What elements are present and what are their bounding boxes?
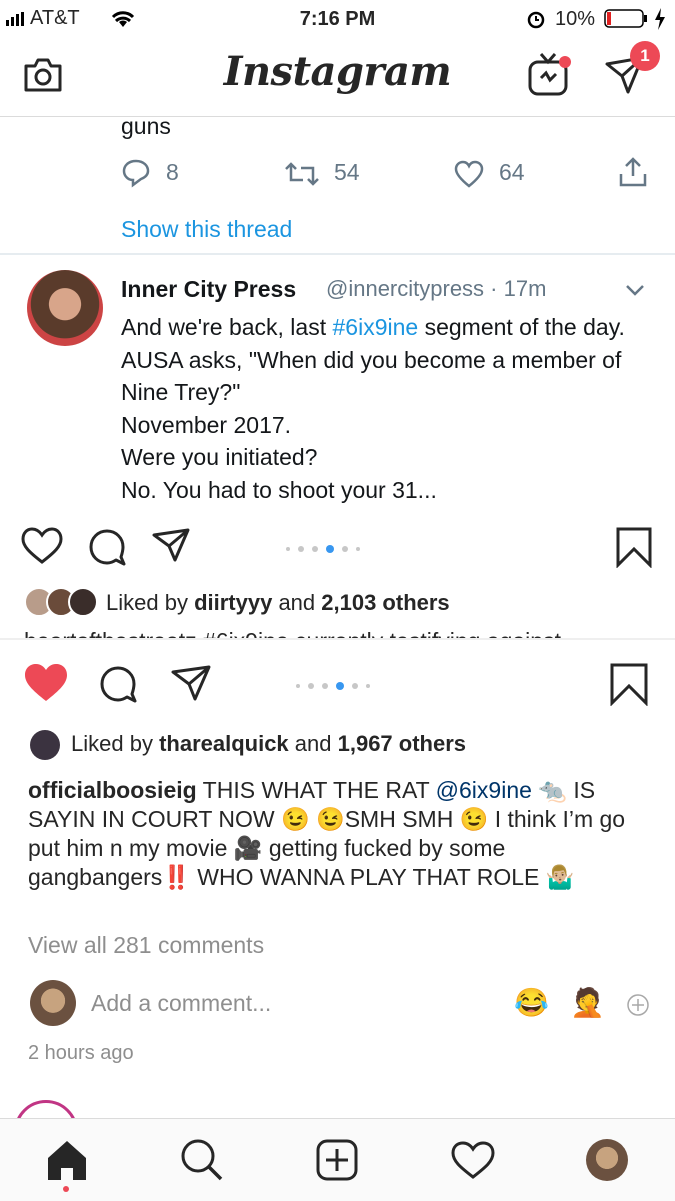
liked-prefix: Liked by xyxy=(106,590,195,615)
commenter-avatar xyxy=(30,980,76,1026)
bookmark-icon-2[interactable] xyxy=(608,662,650,706)
dm-badge: 1 xyxy=(630,41,660,71)
caption-username[interactable]: officialboosieig xyxy=(28,777,197,803)
tweet-hashtag: #6ix9ine xyxy=(332,314,419,340)
comment-icon-2[interactable] xyxy=(98,663,140,705)
home-active-dot xyxy=(63,1186,69,1192)
home-icon[interactable] xyxy=(44,1138,90,1182)
caption-mention[interactable]: @6ix9ine xyxy=(436,777,532,803)
caption-text-a: THIS WHAT THE RAT xyxy=(196,777,436,803)
liked-prefix-2: Liked by xyxy=(71,731,160,756)
battery-percent: 10% xyxy=(555,8,596,30)
send-icon[interactable] xyxy=(151,527,191,563)
like-button[interactable] xyxy=(20,526,64,566)
chevron-down-icon xyxy=(626,285,644,296)
liked-by-avatar-2 xyxy=(30,730,60,760)
search-icon[interactable] xyxy=(180,1138,224,1182)
tweet-partial-text: guns xyxy=(121,113,171,139)
tweet-separator xyxy=(0,253,675,255)
post-timestamp: 2 hours ago xyxy=(28,1042,134,1064)
liked-mid: and xyxy=(272,590,322,615)
tweet-author-handle: @innercitypress · 17m xyxy=(326,276,547,301)
liked-count-2[interactable]: 1,967 others xyxy=(338,731,466,756)
tweet-line-3: Were you initiated? xyxy=(121,444,318,470)
reply-icon xyxy=(122,159,150,188)
comment-icon[interactable] xyxy=(88,527,128,567)
reply-count: 8 xyxy=(166,159,179,185)
liked-by-avatars xyxy=(24,587,98,617)
liked-user-2[interactable]: tharealquick xyxy=(159,731,289,756)
show-thread-link: Show this thread xyxy=(121,216,293,242)
tweet-body: And we're back, last #6ix9ine segment of… xyxy=(121,311,661,506)
carousel-dots-2 xyxy=(292,677,374,695)
like-count: 64 xyxy=(499,159,525,185)
quick-emoji-laugh[interactable]: 😂 xyxy=(514,986,549,1019)
tweet-avatar xyxy=(27,270,103,346)
tweet-author-name: Inner City Press xyxy=(121,276,297,302)
liked-mid-2: and xyxy=(288,731,338,756)
partial-caption: heartofthestreetz #6ix9ine currently tes… xyxy=(24,628,561,638)
view-all-comments[interactable]: View all 281 comments xyxy=(28,932,264,959)
charging-icon xyxy=(655,8,665,30)
app-header: Instagram 1 xyxy=(0,38,675,117)
liked-heart-button[interactable] xyxy=(22,661,70,705)
partial-caption-clip: heartofthestreetz #6ix9ine currently tes… xyxy=(24,624,654,638)
liked-user[interactable]: diirtyyy xyxy=(194,590,272,615)
tweet-line-4: No. You had to shoot your 31... xyxy=(121,476,437,503)
liked-by-text-1: Liked by diirtyyy and 2,103 others xyxy=(106,590,450,616)
carousel-dots xyxy=(282,540,364,558)
alarm-icon xyxy=(527,11,545,29)
heart-icon xyxy=(454,160,484,188)
status-bar: AT&T 7:16 PM 10% xyxy=(0,0,675,38)
retweet-count: 54 xyxy=(334,159,360,185)
post-divider xyxy=(0,638,675,640)
add-emoji-icon[interactable] xyxy=(626,993,650,1017)
activity-icon[interactable] xyxy=(450,1140,496,1180)
liked-count[interactable]: 2,103 others xyxy=(321,590,449,615)
send-icon-2[interactable] xyxy=(170,664,212,702)
quick-emoji-facepalm[interactable]: 🤦 xyxy=(570,986,605,1019)
bookmark-icon[interactable] xyxy=(614,526,654,568)
tweet-line-2: November 2017. xyxy=(121,411,292,438)
add-icon[interactable] xyxy=(315,1138,359,1182)
tweet-body-pre: And we're back, last xyxy=(121,314,333,340)
profile-icon[interactable] xyxy=(586,1139,628,1181)
add-comment-input[interactable]: Add a comment... xyxy=(91,990,271,1017)
battery-icon xyxy=(604,9,647,28)
igtv-icon[interactable] xyxy=(526,50,574,98)
post-caption: officialboosieig THIS WHAT THE RAT @6ix9… xyxy=(28,776,648,892)
liked-by-text-2: Liked by tharealquick and 1,967 others xyxy=(71,731,466,757)
share-icon xyxy=(619,157,647,187)
retweet-icon xyxy=(285,162,319,186)
